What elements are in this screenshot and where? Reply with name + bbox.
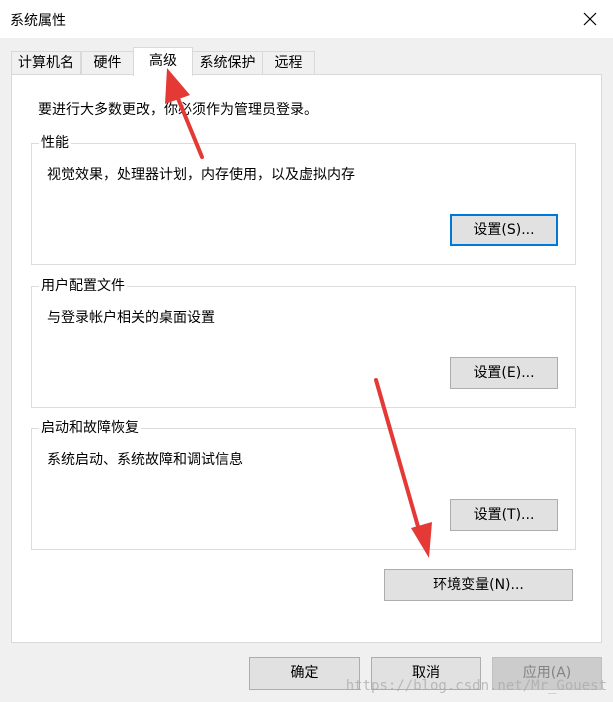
user-profiles-title: 用户配置文件 [39,277,127,295]
title-bar: 系统属性 [0,0,613,38]
tab-label: 系统保护 [199,55,256,71]
admin-note: 要进行大多数更改，你必须作为管理员登录。 [38,102,318,118]
performance-group: 性能 视觉效果，处理器计划，内存使用，以及虚拟内存 设置(S)... [31,134,576,265]
window-title: 系统属性 [10,13,66,29]
user-profiles-settings-button[interactable]: 设置(E)... [450,357,558,389]
watermark: https://blog.csdn.net/Mr_Gouest [345,678,607,694]
tab-advanced[interactable]: 高级 [133,47,193,76]
tab-computer-name[interactable]: 计算机名 [11,51,81,75]
startup-recovery-settings-button[interactable]: 设置(T)... [450,499,558,531]
tab-label: 高级 [149,53,177,69]
performance-title: 性能 [39,134,71,152]
performance-settings-button[interactable]: 设置(S)... [450,214,558,246]
startup-recovery-title: 启动和故障恢复 [39,419,141,437]
user-profiles-group: 用户配置文件 与登录帐户相关的桌面设置 设置(E)... [31,277,576,408]
startup-recovery-description: 系统启动、系统故障和调试信息 [47,452,243,468]
close-icon [583,12,597,26]
tab-label: 硬件 [93,55,122,71]
system-properties-window: 系统属性 计算机名 硬件 高级 系统保护 远程 要进行大多数更改，你必须作为管理… [0,0,613,702]
user-profiles-description: 与登录帐户相关的桌面设置 [47,310,215,326]
tab-label: 计算机名 [18,55,74,71]
tab-system-protection[interactable]: 系统保护 [192,51,263,75]
tab-remote[interactable]: 远程 [262,51,315,75]
close-button[interactable] [567,0,613,38]
advanced-tab-panel: 要进行大多数更改，你必须作为管理员登录。 性能 视觉效果，处理器计划，内存使用，… [11,74,602,643]
ok-button[interactable]: 确定 [249,657,360,690]
tab-hardware[interactable]: 硬件 [81,51,134,75]
environment-variables-button[interactable]: 环境变量(N)... [384,569,573,601]
tab-label: 远程 [274,55,303,71]
performance-description: 视觉效果，处理器计划，内存使用，以及虚拟内存 [47,167,355,183]
startup-recovery-group: 启动和故障恢复 系统启动、系统故障和调试信息 设置(T)... [31,419,576,550]
